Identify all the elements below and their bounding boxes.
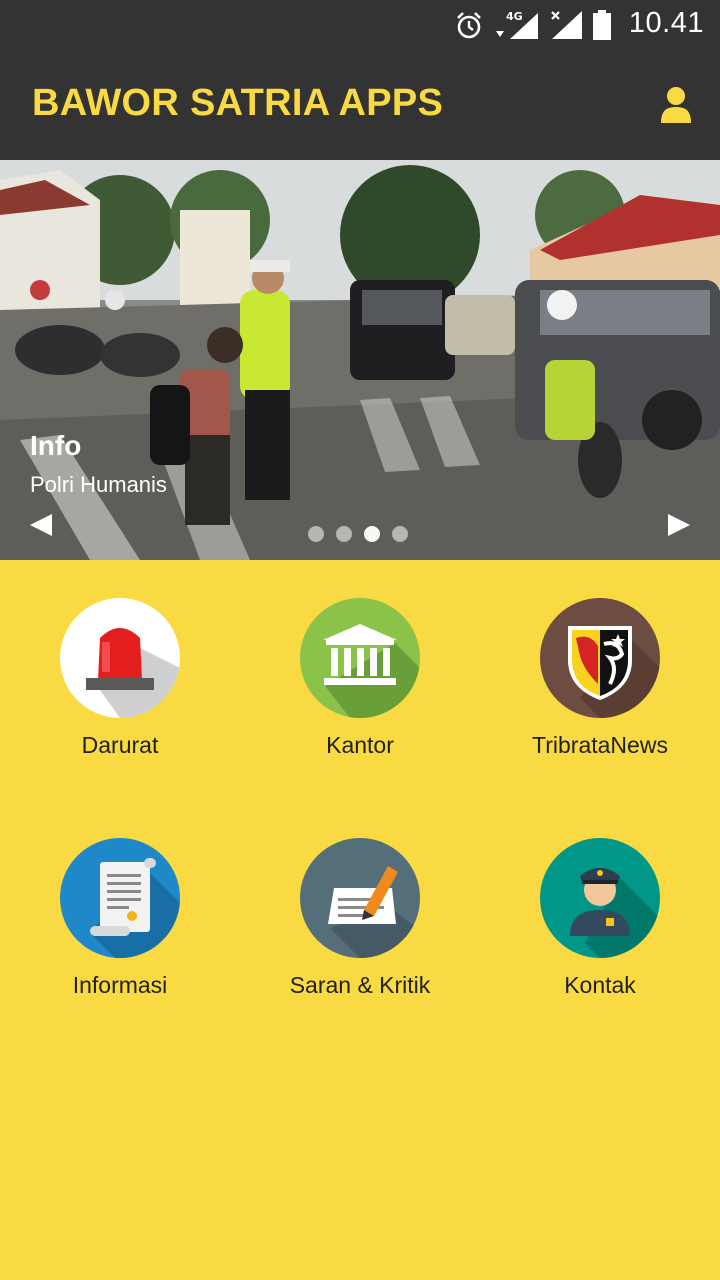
network-type-label: 4G [506,10,523,23]
slider-next-arrow-icon[interactable] [666,512,692,538]
slide-caption-subtitle: Polri Humanis [30,472,167,497]
slider-dot-3[interactable] [364,526,380,542]
slider-prev-arrow-icon[interactable] [28,512,54,538]
alarm-icon [457,12,481,39]
building-icon [300,598,420,718]
slider-dot-4[interactable] [392,526,408,542]
police-badge-icon [540,598,660,718]
menu-label-saran-kritik: Saran & Kritik [289,972,431,998]
profile-button[interactable] [660,86,692,124]
signal-4g-icon: 4G [496,10,538,39]
slider-pagination [308,526,408,542]
image-slider[interactable]: Info Polri Humanis [0,160,720,560]
slide-photo [0,160,720,560]
status-time: 10.41 [628,7,704,39]
status-bar: 4G 10.41 [0,0,720,50]
menu-item-saran-kritik[interactable]: Saran & Kritik [240,800,480,1000]
scroll-document-icon [60,838,180,958]
menu-item-darurat[interactable]: Darurat [0,560,240,760]
battery-icon [593,10,611,40]
menu-item-kantor[interactable]: Kantor [240,560,480,760]
slide-caption-title: Info [30,430,82,461]
menu-label-tribratanews: TribrataNews [532,732,668,758]
app-bar: BAWOR SATRIA APPS [0,50,720,160]
menu-item-tribratanews[interactable]: TribrataNews [480,560,720,760]
menu-label-kantor: Kantor [326,732,394,758]
menu-grid: Darurat Kantor TribrataNews Informasi Sa… [0,560,720,1280]
person-icon [661,87,691,123]
slider-dot-1[interactable] [308,526,324,542]
signal-no-sim-icon [551,11,582,39]
status-icons: 4G [454,8,612,42]
app-title: BAWOR SATRIA APPS [32,82,444,124]
slider-dot-2[interactable] [336,526,352,542]
siren-icon [60,598,180,718]
menu-label-darurat: Darurat [81,732,159,758]
menu-label-kontak: Kontak [564,972,636,998]
pencil-paper-icon [300,838,420,958]
menu-label-informasi: Informasi [72,972,168,998]
menu-item-informasi[interactable]: Informasi [0,800,240,1000]
menu-item-kontak[interactable]: Kontak [480,800,720,1000]
police-officer-icon [540,838,660,958]
